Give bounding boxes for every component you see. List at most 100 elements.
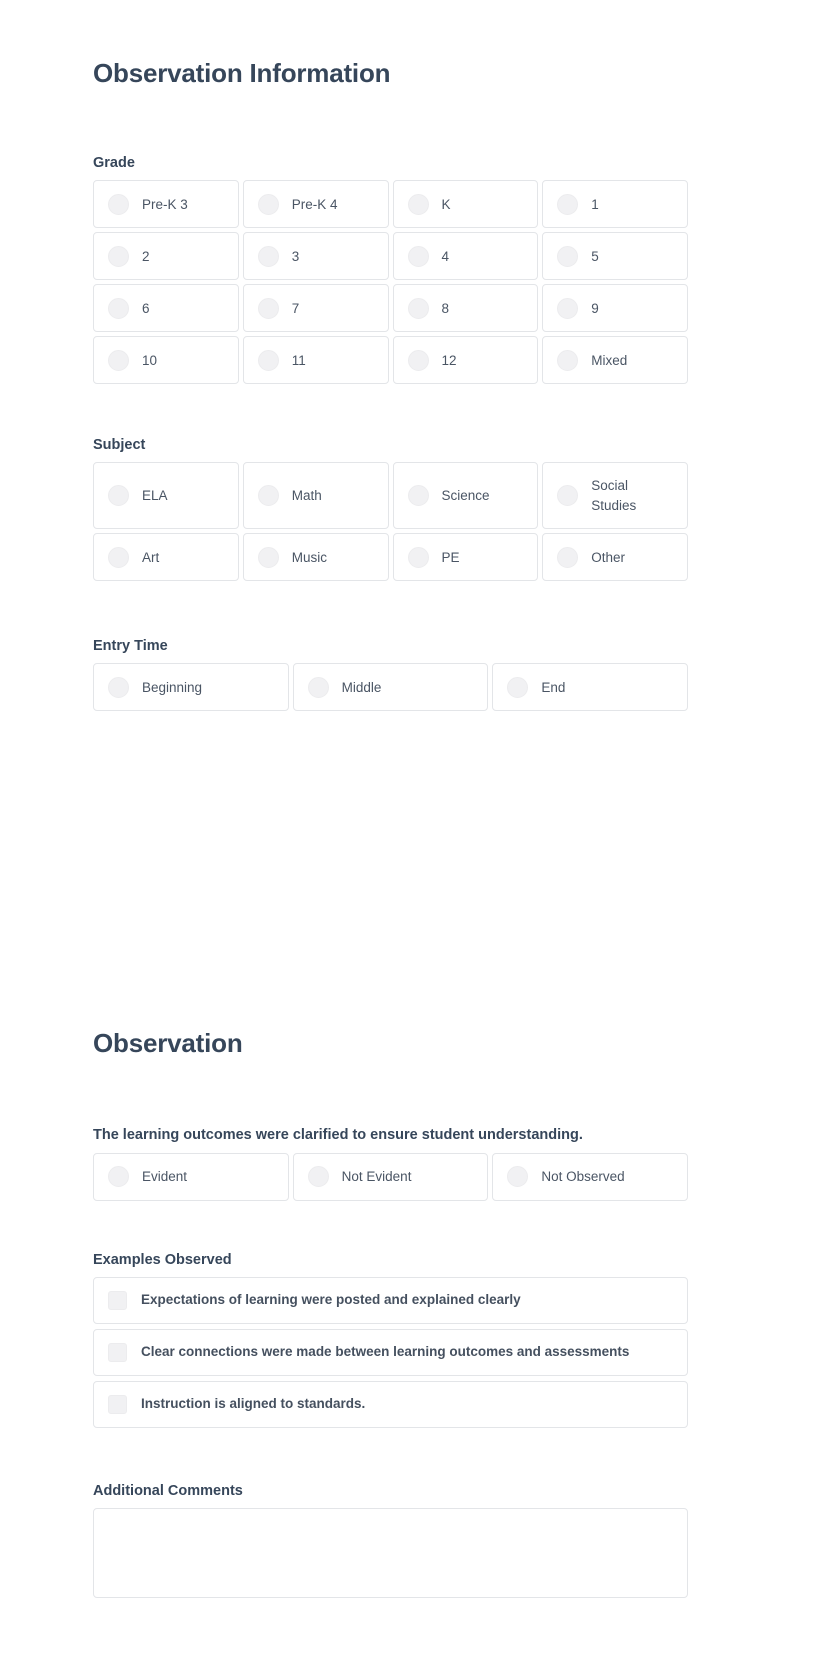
- grade-option-label: 4: [441, 248, 450, 264]
- grade-option-label: 9: [591, 300, 599, 316]
- grade-option[interactable]: Mixed: [542, 336, 688, 385]
- question-option[interactable]: Evident: [93, 1152, 289, 1201]
- radio-icon[interactable]: [557, 193, 579, 215]
- subject-option[interactable]: Math: [242, 462, 389, 530]
- subject-option-label: Music: [291, 549, 328, 565]
- radio-icon[interactable]: [557, 546, 579, 568]
- observation-title: Observation: [93, 1028, 243, 1058]
- radio-icon[interactable]: [407, 349, 429, 371]
- radio-icon[interactable]: [257, 245, 279, 267]
- observation-question-group: The learning outcomes were clarified to …: [93, 1126, 688, 1201]
- grade-option[interactable]: 7: [242, 284, 389, 333]
- checkbox-icon[interactable]: [108, 1395, 127, 1415]
- radio-icon[interactable]: [108, 546, 129, 568]
- checkbox-icon[interactable]: [108, 1343, 127, 1363]
- grade-option[interactable]: 8: [392, 284, 539, 333]
- radio-icon[interactable]: [557, 349, 579, 371]
- example-observed-item[interactable]: Expectations of learning were posted and…: [93, 1277, 688, 1325]
- example-observed-item[interactable]: Clear connections were made between lear…: [93, 1329, 688, 1377]
- question-option-label: Evident: [142, 1169, 188, 1185]
- radio-icon[interactable]: [507, 1166, 529, 1188]
- additional-comments-label: Additional Comments: [93, 1483, 243, 1499]
- grade-option-label: Mixed: [591, 352, 628, 368]
- grade-option-label: 3: [291, 248, 300, 264]
- entry-time-option[interactable]: Middle: [292, 663, 489, 712]
- grade-option-label: K: [441, 196, 451, 212]
- entry-time-option-label: End: [541, 679, 566, 695]
- radio-icon[interactable]: [108, 349, 129, 371]
- subject-option[interactable]: Art: [93, 533, 239, 582]
- grade-option[interactable]: Pre-K 3: [93, 180, 239, 229]
- radio-icon[interactable]: [108, 485, 129, 507]
- subject-option[interactable]: ELA: [93, 462, 239, 530]
- subject-option[interactable]: PE: [392, 533, 539, 582]
- grade-option[interactable]: Pre-K 4: [242, 180, 389, 229]
- radio-icon[interactable]: [407, 546, 429, 568]
- entry-time-option-label: Middle: [341, 679, 382, 695]
- grade-option-label: 12: [441, 352, 457, 368]
- additional-comments-group: Additional Comments: [93, 1483, 688, 1603]
- radio-icon[interactable]: [108, 676, 129, 698]
- grade-option[interactable]: 9: [542, 284, 688, 333]
- additional-comments-input[interactable]: [93, 1508, 688, 1599]
- grade-field-group: Grade Pre-K 3 Pre-K 4 K 1 2 3 4 5 6 7 8 9 10 11 12 Mixe…: [93, 155, 688, 385]
- radio-icon[interactable]: [257, 297, 279, 319]
- grade-option[interactable]: 12: [392, 336, 539, 385]
- subject-option[interactable]: Science: [392, 462, 539, 530]
- radio-icon[interactable]: [557, 485, 579, 507]
- grade-option-label: 10: [142, 352, 158, 368]
- radio-icon[interactable]: [108, 193, 129, 215]
- question-option-label: Not Observed: [541, 1169, 625, 1185]
- grade-option[interactable]: 6: [93, 284, 239, 333]
- radio-icon[interactable]: [407, 297, 429, 319]
- radio-icon[interactable]: [257, 193, 279, 215]
- radio-icon[interactable]: [108, 245, 129, 267]
- subject-option[interactable]: Social Studies: [542, 462, 688, 530]
- radio-icon[interactable]: [108, 1166, 129, 1188]
- example-observed-item[interactable]: Instruction is aligned to standards.: [93, 1381, 688, 1429]
- example-observed-label: Clear connections were made between lear…: [141, 1344, 630, 1360]
- question-options-grid: Evident Not Evident Not Observed: [93, 1152, 688, 1201]
- entry-time-options-grid: Beginning Middle End: [93, 663, 688, 712]
- grade-option[interactable]: 10: [93, 336, 239, 385]
- subject-option[interactable]: Other: [542, 533, 688, 582]
- radio-icon[interactable]: [507, 676, 529, 698]
- radio-icon[interactable]: [557, 297, 579, 319]
- grade-option[interactable]: 3: [242, 232, 389, 281]
- radio-icon[interactable]: [257, 485, 279, 507]
- checkbox-icon[interactable]: [108, 1291, 127, 1311]
- subject-options-grid-row1: ELA Math Science Social Studies: [93, 462, 688, 530]
- grade-label: Grade: [93, 155, 135, 171]
- question-option-label: Not Evident: [341, 1169, 412, 1185]
- radio-icon[interactable]: [307, 676, 329, 698]
- entry-time-option[interactable]: Beginning: [93, 663, 289, 712]
- grade-option[interactable]: 1: [542, 180, 688, 229]
- entry-time-option[interactable]: End: [492, 663, 688, 712]
- grade-option-label: 8: [441, 300, 450, 316]
- grade-option[interactable]: 2: [93, 232, 239, 281]
- radio-icon[interactable]: [407, 193, 429, 215]
- observation-information-section: Observation Information: [93, 58, 688, 89]
- grade-option-label: 2: [142, 248, 150, 264]
- subject-option[interactable]: Music: [242, 533, 389, 582]
- question-option[interactable]: Not Observed: [492, 1152, 688, 1201]
- examples-observed-group: Examples Observed Expectations of learni…: [93, 1252, 688, 1429]
- question-option[interactable]: Not Evident: [292, 1152, 489, 1201]
- radio-icon[interactable]: [557, 245, 579, 267]
- radio-icon[interactable]: [307, 1166, 329, 1188]
- subject-option-label: Art: [142, 549, 160, 565]
- radio-icon[interactable]: [257, 546, 279, 568]
- radio-icon[interactable]: [407, 245, 429, 267]
- radio-icon[interactable]: [257, 349, 279, 371]
- grade-option[interactable]: 11: [242, 336, 389, 385]
- grade-option[interactable]: K: [392, 180, 539, 229]
- grade-option-label: 6: [142, 300, 150, 316]
- grade-option[interactable]: 5: [542, 232, 688, 281]
- entry-time-option-label: Beginning: [142, 679, 203, 695]
- subject-field-group: Subject ELA Math Science Social Studies Art…: [93, 437, 688, 582]
- grade-option[interactable]: 4: [392, 232, 539, 281]
- radio-icon[interactable]: [108, 297, 129, 319]
- subject-option-label: PE: [441, 549, 460, 565]
- radio-icon[interactable]: [407, 485, 429, 507]
- subject-option-label: Other: [591, 549, 626, 565]
